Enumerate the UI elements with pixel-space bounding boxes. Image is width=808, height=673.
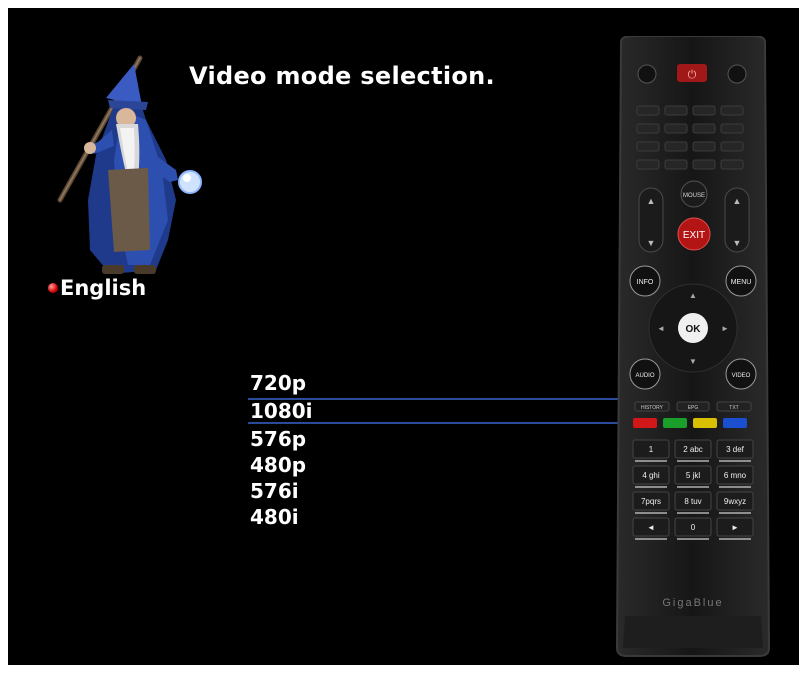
svg-text:▲: ▲: [733, 196, 742, 206]
key-5: 5 jkl: [686, 471, 700, 480]
wizard-image: [57, 55, 202, 274]
key-right: ►: [731, 523, 739, 532]
svg-text:►: ►: [721, 324, 729, 333]
svg-text:▼: ▼: [689, 357, 697, 366]
txt-button: TXT: [729, 405, 738, 411]
epg-button: EPG: [688, 405, 699, 411]
ok-button: OK: [686, 324, 702, 335]
video-mode-option[interactable]: 576p: [248, 426, 628, 452]
key-left: ◄: [647, 523, 655, 532]
remote-control: ⏻ ▲ ▼ ▲ ▼ MOUSE EXIT INFO MENU ▲ ▼ ◄ ► O…: [615, 36, 771, 657]
key-1: 1: [649, 445, 654, 454]
history-button: HISTORY: [641, 405, 664, 411]
red-bullet-icon: [48, 283, 58, 293]
key-6: 6 mno: [724, 471, 747, 480]
power-icon: ⏻: [688, 69, 697, 81]
mouse-button: MOUSE: [683, 193, 705, 199]
video-mode-option[interactable]: 480i: [248, 504, 628, 530]
page-title: Video mode selection.: [189, 62, 495, 90]
tv-screen: Video mode selection. English 720p 1080i…: [8, 8, 799, 665]
video-button: VIDEO: [732, 373, 751, 379]
blue-key: [723, 418, 747, 428]
video-mode-list: 720p 1080i 576p 480p 576i 480i: [248, 370, 628, 530]
video-mode-option[interactable]: 720p: [248, 370, 628, 396]
key-9: 9wxyz: [724, 497, 746, 506]
key-3: 3 def: [726, 445, 745, 454]
svg-text:◄: ◄: [657, 324, 665, 333]
key-8: 8 tuv: [684, 497, 701, 506]
key-4: 4 ghi: [642, 471, 660, 480]
svg-text:▼: ▼: [647, 238, 656, 248]
green-key: [663, 418, 687, 428]
svg-text:▲: ▲: [689, 291, 697, 300]
key-2: 2 abc: [683, 445, 703, 454]
exit-button: EXIT: [683, 230, 705, 241]
red-key: [633, 418, 657, 428]
remote-brand-logo: GigaBlue: [662, 597, 723, 609]
audio-button: AUDIO: [635, 373, 654, 379]
svg-text:▲: ▲: [647, 196, 656, 206]
language-indicator[interactable]: English: [48, 276, 146, 300]
yellow-key: [693, 418, 717, 428]
language-label: English: [60, 276, 147, 300]
menu-button: MENU: [731, 279, 752, 286]
video-mode-option[interactable]: 576i: [248, 478, 628, 504]
svg-text:▼: ▼: [733, 238, 742, 248]
video-mode-option[interactable]: 480p: [248, 452, 628, 478]
key-0: 0: [691, 523, 696, 532]
info-button: INFO: [637, 279, 654, 286]
video-mode-option-selected[interactable]: 1080i: [248, 398, 628, 424]
key-7: 7pqrs: [641, 497, 661, 506]
